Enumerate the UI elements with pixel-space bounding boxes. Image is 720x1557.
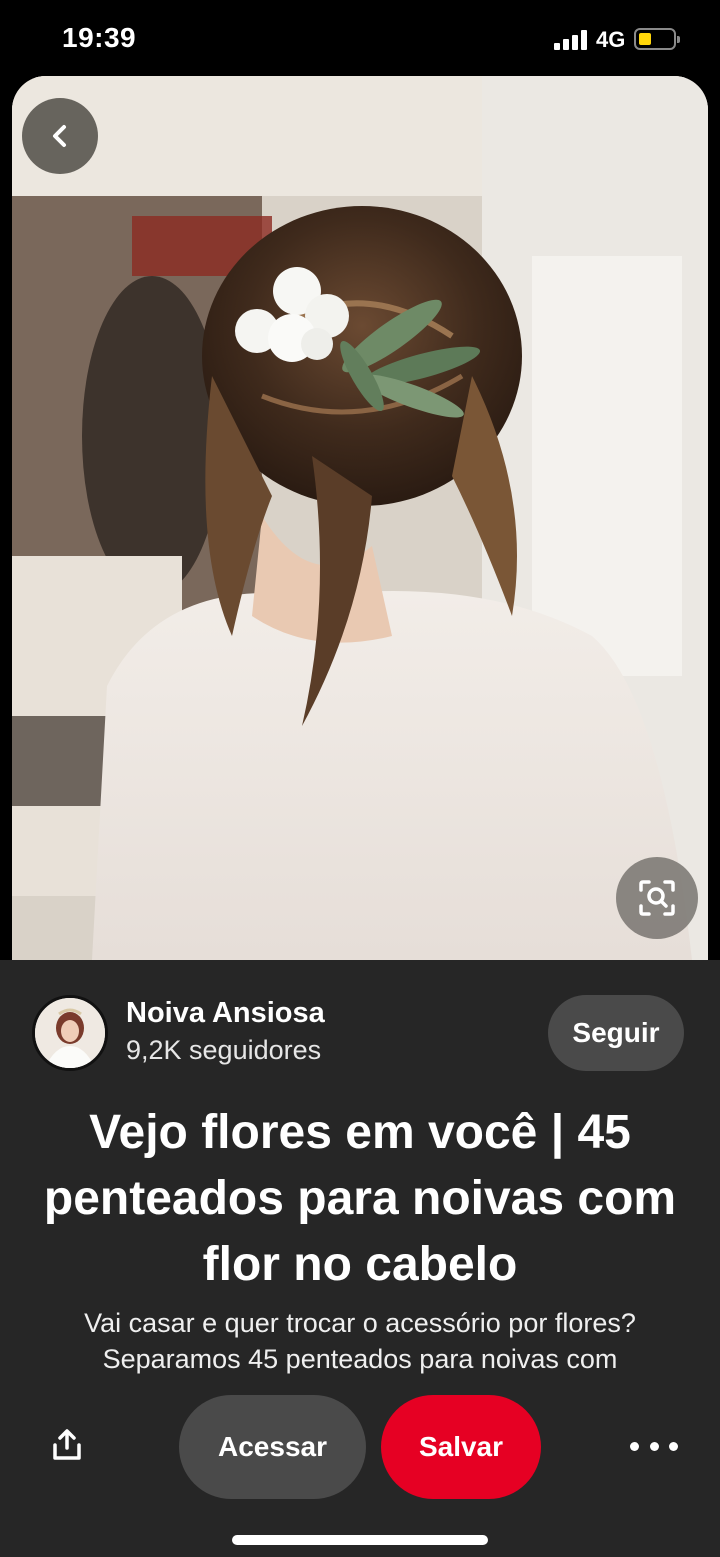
chevron-left-icon <box>53 125 66 147</box>
pin-title: Vejo flores em você | 45 penteados para … <box>43 1106 677 1291</box>
pin-image[interactable] <box>12 76 708 960</box>
back-button[interactable] <box>22 98 98 174</box>
battery-icon <box>634 28 680 50</box>
status-bar: 19:39 4G <box>0 0 720 78</box>
follow-button[interactable]: Seguir <box>548 995 684 1071</box>
share-button[interactable] <box>44 1422 90 1468</box>
visual-search-button[interactable] <box>616 857 698 939</box>
pin-description[interactable]: Vai casar e quer trocar o acessório por … <box>30 1305 690 1383</box>
more-horizontal-icon <box>630 1441 639 1451</box>
network-type: 4G <box>596 27 626 52</box>
share-icon <box>53 1429 81 1460</box>
save-button[interactable]: Salvar <box>381 1395 541 1499</box>
signal-icon <box>554 30 588 50</box>
avatar[interactable] <box>32 995 108 1071</box>
creator-name[interactable]: Noiva Ansiosa <box>126 997 325 1030</box>
home-indicator[interactable] <box>232 1535 488 1545</box>
status-time: 19:39 <box>62 22 137 53</box>
visit-button[interactable]: Acessar <box>179 1395 366 1499</box>
follower-count: 9,2K seguidores <box>126 1035 322 1065</box>
visual-search-icon <box>639 880 675 916</box>
more-options-button[interactable] <box>630 1430 678 1462</box>
